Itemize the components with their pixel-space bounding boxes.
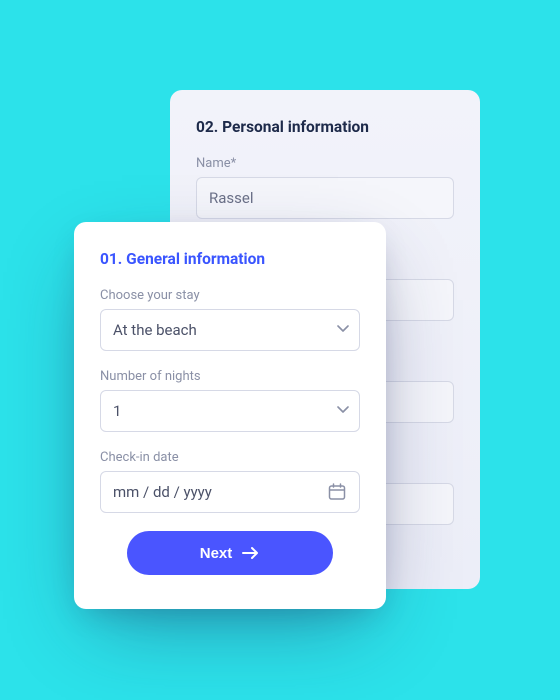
next-button[interactable]: Next: [127, 531, 333, 575]
next-label: Next: [200, 545, 233, 562]
step-card-general: 01. General information Choose your stay…: [74, 222, 386, 609]
stay-value: At the beach: [113, 321, 197, 339]
stay-label: Choose your stay: [100, 288, 360, 303]
checkin-date-input[interactable]: mm / dd / yyyy: [100, 471, 360, 513]
name-field[interactable]: Rassel: [196, 177, 454, 219]
checkin-placeholder: mm / dd / yyyy: [113, 483, 212, 501]
chevron-down-icon: [337, 406, 347, 416]
step1-title: 01. General information: [100, 250, 360, 268]
stay-select[interactable]: At the beach: [100, 309, 360, 351]
nights-label: Number of nights: [100, 369, 360, 384]
calendar-icon: [327, 482, 347, 502]
chevron-down-icon: [337, 325, 347, 335]
name-value: Rassel: [209, 189, 254, 207]
nights-value: 1: [113, 402, 121, 420]
arrow-right-icon: [242, 546, 260, 560]
step2-title: 02. Personal information: [196, 118, 454, 136]
name-label: Name*: [196, 156, 454, 171]
nights-select[interactable]: 1: [100, 390, 360, 432]
checkin-label: Check-in date: [100, 450, 360, 465]
